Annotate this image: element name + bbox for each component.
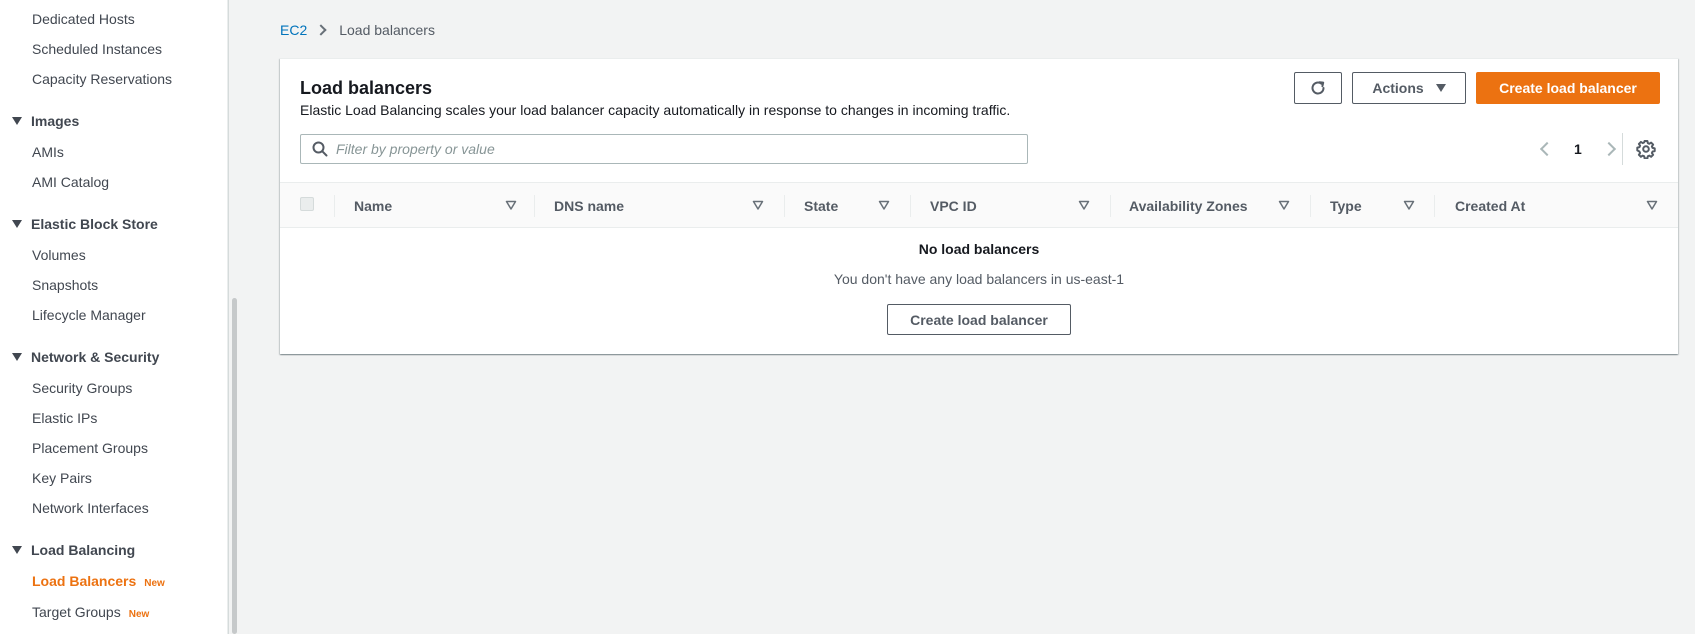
page-description: Elastic Load Balancing scales your load … xyxy=(300,102,1011,118)
sidebar-item-lifecycle-manager[interactable]: Lifecycle Manager xyxy=(32,307,146,323)
create-load-balancer-button[interactable]: Create load balancer xyxy=(1476,72,1660,104)
sidebar-section-elastic-block-store[interactable]: Elastic Block Store xyxy=(12,216,158,232)
sidebar-item-dedicated-hosts[interactable]: Dedicated Hosts xyxy=(32,11,135,27)
column-divider xyxy=(784,195,785,217)
sidebar-section-network-security[interactable]: Network & Security xyxy=(12,349,159,365)
sidebar-item-security-groups[interactable]: Security Groups xyxy=(32,380,132,396)
sort-caret-icon[interactable] xyxy=(878,199,890,211)
sidebar-item-volumes[interactable]: Volumes xyxy=(32,247,86,263)
divider xyxy=(1622,133,1623,165)
sidebar-item-capacity-reservations[interactable]: Capacity Reservations xyxy=(32,71,172,87)
empty-state-description: You don't have any load balancers in us-… xyxy=(833,271,1125,287)
sidebar-section-label: Images xyxy=(31,113,80,129)
column-divider xyxy=(1434,195,1435,217)
sort-caret-icon[interactable] xyxy=(1078,199,1090,211)
new-badge: New xyxy=(144,578,165,589)
chevron-right-icon[interactable] xyxy=(1601,141,1616,157)
sort-caret-icon[interactable] xyxy=(1278,199,1290,211)
sidebar-item-network-interfaces[interactable]: Network Interfaces xyxy=(32,500,149,516)
column-header-label: DNS name xyxy=(554,198,625,214)
actions-button[interactable]: Actions xyxy=(1352,72,1466,104)
chevron-left-icon[interactable] xyxy=(1539,141,1555,157)
sidebar-item-load-balancers[interactable]: Load Balancers New xyxy=(32,573,165,589)
pagination: 1 xyxy=(1536,138,1620,160)
chevron-right-icon xyxy=(315,24,327,36)
sidebar-item-ami-catalog[interactable]: AMI Catalog xyxy=(32,174,109,190)
sidebar-item-elastic-ips[interactable]: Elastic IPs xyxy=(32,410,97,426)
sidebar-section-images[interactable]: Images xyxy=(12,113,79,129)
empty-state-create-button[interactable]: Create load balancer xyxy=(887,304,1071,335)
sidebar-item-label: Target Groups xyxy=(32,604,121,620)
caret-down-icon xyxy=(12,117,22,125)
select-all-checkbox[interactable] xyxy=(300,197,314,211)
page-number[interactable]: 1 xyxy=(1574,141,1582,157)
sidebar-section-load-balancing[interactable]: Load Balancing xyxy=(12,542,135,558)
sidebar-item-amis[interactable]: AMIs xyxy=(32,144,64,160)
column-header-label: Name xyxy=(354,198,393,214)
column-header-type[interactable]: Type xyxy=(1330,183,1410,229)
column-divider xyxy=(1110,195,1111,217)
sidebar-item-label: Load Balancers xyxy=(32,573,137,589)
sort-caret-icon[interactable] xyxy=(505,199,517,211)
sidebar-item-placement-groups[interactable]: Placement Groups xyxy=(32,440,148,456)
sidebar-section-label: Load Balancing xyxy=(31,542,136,558)
filter-field[interactable] xyxy=(300,134,1028,164)
caret-down-icon xyxy=(12,353,22,361)
sidebar-item-scheduled-instances[interactable]: Scheduled Instances xyxy=(32,41,162,57)
column-header-dns-name[interactable]: DNS name xyxy=(554,183,764,229)
new-badge: New xyxy=(128,609,150,620)
caret-down-icon xyxy=(1435,84,1446,92)
column-header-label: Created At xyxy=(1455,198,1526,214)
breadcrumb-current: Load balancers xyxy=(339,22,435,38)
empty-state-title: No load balancers xyxy=(918,241,1040,257)
sort-caret-icon[interactable] xyxy=(752,199,764,211)
sidebar-item-snapshots[interactable]: Snapshots xyxy=(32,277,98,293)
sidebar-item-target-groups[interactable]: Target Groups New xyxy=(32,604,149,620)
column-divider xyxy=(534,195,535,217)
page-title: Load balancers xyxy=(300,78,433,98)
caret-down-icon xyxy=(12,546,22,554)
column-header-created-at[interactable]: Created At xyxy=(1455,183,1635,229)
sidebar-scrollbar-thumb[interactable] xyxy=(232,298,237,634)
sidebar-nav: Dedicated Hosts Scheduled Instances Capa… xyxy=(0,0,228,634)
load-balancers-panel: Load balancers Elastic Load Balancing sc… xyxy=(280,58,1678,354)
search-icon xyxy=(312,141,328,157)
gear-icon[interactable] xyxy=(1636,139,1656,159)
column-header-label: VPC ID xyxy=(930,198,977,214)
sort-caret-icon[interactable] xyxy=(1403,199,1415,211)
column-divider xyxy=(334,195,335,217)
column-divider xyxy=(910,195,911,217)
sidebar-section-label: Elastic Block Store xyxy=(31,216,158,232)
sort-caret-icon[interactable] xyxy=(1646,199,1658,211)
refresh-icon xyxy=(1311,81,1325,95)
column-header-name[interactable]: Name xyxy=(354,183,520,229)
breadcrumb-ec2-link[interactable]: EC2 xyxy=(280,22,307,38)
column-header-label: Type xyxy=(1330,198,1362,214)
actions-button-label: Actions xyxy=(1372,80,1424,96)
column-header-availability-zones[interactable]: Availability Zones xyxy=(1129,183,1289,229)
table-header: Name DNS name State VPC ID Availability … xyxy=(280,182,1678,228)
column-header-label: State xyxy=(804,198,839,214)
caret-down-icon xyxy=(12,220,22,228)
column-header-label: Availability Zones xyxy=(1129,198,1248,214)
column-divider xyxy=(1310,195,1311,217)
sidebar-section-label: Network & Security xyxy=(31,349,160,365)
filter-input[interactable] xyxy=(336,141,1016,157)
column-header-vpc-id[interactable]: VPC ID xyxy=(930,183,1080,229)
breadcrumb: EC2 Load balancers xyxy=(280,22,435,38)
sidebar-item-key-pairs[interactable]: Key Pairs xyxy=(32,470,92,486)
refresh-button[interactable] xyxy=(1294,72,1342,104)
